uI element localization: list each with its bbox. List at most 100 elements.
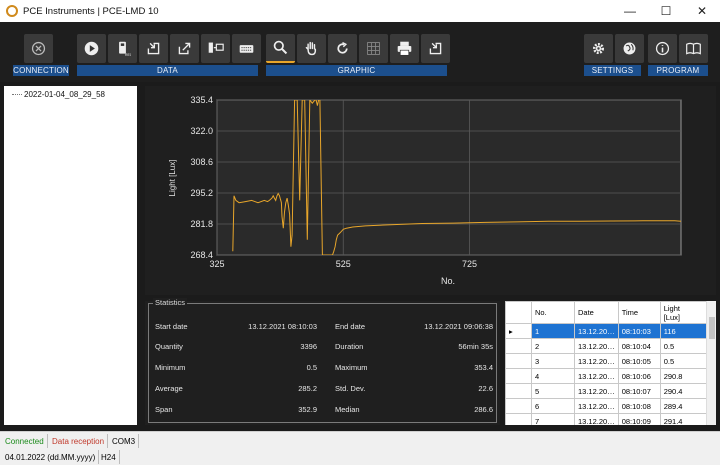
table-row[interactable]: 3 13.12.20… 08:10:05 0.5 [505, 353, 709, 369]
group-label-data: DATA [77, 65, 258, 76]
row-selector [505, 413, 532, 425]
print-button[interactable] [390, 34, 419, 63]
light-chart[interactable]: 335.4322.0308.6295.2281.8268.4325 525 725N… [145, 86, 716, 295]
close-button[interactable]: ✕ [684, 0, 720, 22]
device-transfer-icon [208, 42, 224, 53]
column-header-date[interactable]: Date [574, 301, 619, 324]
export-graphic-icon [429, 42, 442, 55]
table-row[interactable]: 4 13.12.20… 08:10:06 290.8 [505, 368, 709, 384]
cell-no[interactable]: 7 [531, 413, 575, 425]
y-tick-label: 295.2 [190, 188, 213, 198]
table-row[interactable]: 7 13.12.20… 08:10:09 291.4 [505, 413, 709, 425]
stat-value: 352.9 [298, 405, 317, 414]
stat-value: 13.12.2021 08:10:03 [248, 322, 317, 331]
export-graphic-button[interactable] [421, 34, 450, 63]
data-grid[interactable]: No. Date Time Light [Lux] ▸ 1 13.12.20… … [505, 301, 716, 425]
chart-panel[interactable]: 335.4 322.0 308.6 295.2 281.8 268.4 325 525 725 N… [145, 86, 716, 295]
info-button[interactable] [648, 34, 677, 63]
column-header-light[interactable]: Light [Lux] [659, 301, 709, 324]
column-header-time[interactable]: Time [617, 301, 661, 324]
cell-light[interactable]: 116 [659, 323, 709, 339]
table-row[interactable]: 6 13.12.20… 08:10:08 289.4 [505, 398, 709, 414]
cell-date[interactable]: 13.12.20… [574, 413, 619, 425]
table-scrollbar[interactable] [706, 301, 716, 425]
cell-time[interactable]: 08:10:05 [617, 353, 661, 369]
cell-light[interactable]: 289.4 [659, 398, 709, 414]
settings-button[interactable] [584, 34, 613, 63]
reset-zoom-button[interactable] [328, 34, 357, 63]
stats-row: Average 285.2 Std. Dev. 22.6 [149, 384, 498, 396]
cell-date[interactable]: 13.12.20… [574, 338, 619, 354]
play-button[interactable] [77, 34, 106, 63]
device-rec-icon: REC [119, 41, 131, 57]
stat-value: 22.6 [478, 384, 493, 393]
zoom-button[interactable] [266, 34, 295, 63]
cell-no[interactable]: 4 [531, 368, 575, 384]
minimize-button[interactable]: — [612, 0, 648, 22]
cell-light[interactable]: 0.5 [659, 353, 709, 369]
record-button[interactable]: REC [108, 34, 137, 63]
cell-date[interactable]: 13.12.20… [574, 368, 619, 384]
svg-text:REC: REC [125, 53, 131, 57]
cell-light[interactable]: 290.8 [659, 368, 709, 384]
cell-date[interactable]: 13.12.20… [574, 323, 619, 339]
manual-button[interactable] [679, 34, 708, 63]
app-logo-icon [6, 5, 18, 17]
export-button[interactable] [170, 34, 199, 63]
y-axis-label: Light [Lux] [168, 160, 177, 197]
cell-light[interactable]: 291.4 [659, 413, 709, 425]
cell-time[interactable]: 08:10:08 [617, 398, 661, 414]
cell-no[interactable]: 1 [531, 323, 575, 339]
globe-icon [623, 42, 636, 55]
cell-time[interactable]: 08:10:04 [617, 338, 661, 354]
stat-value: 0.5 [306, 363, 317, 372]
cell-no[interactable]: 3 [531, 353, 575, 369]
cell-no[interactable]: 5 [531, 383, 575, 399]
window-title: PCE Instruments | PCE-LMD 10 [23, 5, 159, 17]
group-label-graphic: GRAPHIC [266, 65, 447, 76]
magnifier-icon [273, 40, 288, 55]
grid-toggle-button[interactable] [359, 34, 388, 63]
tree-node-file[interactable]: 2022-01-04_08_29_58 [12, 90, 105, 99]
column-header-no[interactable]: No. [531, 301, 575, 324]
cell-time[interactable]: 08:10:03 [617, 323, 661, 339]
stats-row: Minimum 0.5 Maximum 353.4 [149, 363, 498, 375]
table-row[interactable]: ▸ 1 13.12.20… 08:10:03 116 [505, 323, 709, 339]
cell-light[interactable]: 0.5 [659, 338, 709, 354]
import-icon [147, 42, 160, 55]
status-data-reception: Data reception [49, 434, 109, 448]
cell-time[interactable]: 08:10:06 [617, 368, 661, 384]
cell-time[interactable]: 08:10:09 [617, 413, 661, 425]
grid-icon [367, 42, 380, 55]
group-label-settings: SETTINGS [584, 65, 641, 76]
import-button[interactable] [139, 34, 168, 63]
x-axis-label: No. [441, 276, 455, 286]
cell-time[interactable]: 08:10:07 [617, 383, 661, 399]
pan-button[interactable] [297, 34, 326, 63]
cell-date[interactable]: 13.12.20… [574, 383, 619, 399]
stats-row: Span 352.9 Median 286.6 [149, 405, 498, 417]
keyboard-button[interactable] [232, 34, 261, 63]
language-button[interactable] [615, 34, 644, 63]
scrollbar-thumb[interactable] [709, 317, 715, 339]
cell-date[interactable]: 13.12.20… [574, 353, 619, 369]
refresh-icon [337, 41, 348, 54]
maximize-button[interactable]: ☐ [648, 0, 684, 22]
device-to-pc-button[interactable] [201, 34, 230, 63]
disconnect-button[interactable] [24, 34, 53, 63]
cell-no[interactable]: 2 [531, 338, 575, 354]
cell-date[interactable]: 13.12.20… [574, 398, 619, 414]
printer-icon [397, 41, 412, 56]
cell-no[interactable]: 6 [531, 398, 575, 414]
table-row[interactable]: 2 13.12.20… 08:10:04 0.5 [505, 338, 709, 354]
cell-light[interactable]: 290.4 [659, 383, 709, 399]
stat-label: Quantity [155, 342, 183, 351]
row-selector-header [505, 301, 532, 324]
x-tick-label: 725 [462, 259, 477, 269]
stat-label: Minimum [155, 363, 186, 372]
book-icon [686, 42, 701, 55]
table-row[interactable]: 5 13.12.20… 08:10:07 290.4 [505, 383, 709, 399]
stat-value: 56min 35s [458, 342, 493, 351]
title-bar: PCE Instruments | PCE-LMD 10 — ☐ ✕ [0, 0, 720, 22]
file-tree[interactable]: 2022-01-04_08_29_58 [4, 86, 137, 425]
